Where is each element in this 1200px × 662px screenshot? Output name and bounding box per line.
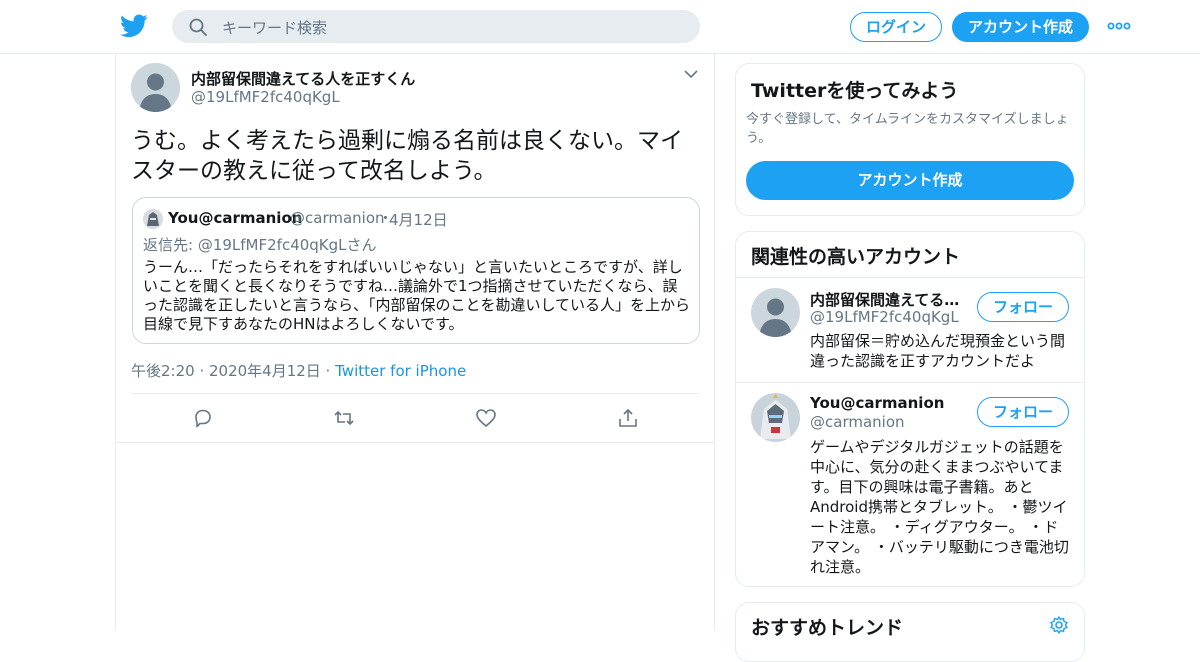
account-name[interactable]: 内部留保間違えてる… (810, 289, 970, 310)
quoted-date: 4月12日 (389, 211, 448, 229)
author-handle[interactable]: @19LfMF2fc40qKgL (191, 88, 340, 106)
robot-avatar-icon (143, 209, 163, 229)
related-accounts-card: 関連性の高いアカウント 内部留保間違えてる… @19LfMF2fc40qKgL … (735, 231, 1085, 587)
timestamp[interactable]: 午後2:20 · 2020年4月12日 · (131, 362, 330, 380)
quoted-text: うーん…「だったらそれをすればいいじゃない」と言いたいところですが、詳しいことを… (143, 258, 691, 333)
via-link[interactable]: Twitter for iPhone (335, 362, 466, 380)
top-bar: キーワード検索 ログイン アカウント作成 (0, 0, 1200, 54)
divider (131, 393, 699, 394)
main-column: 内部留保間違えてる人を正すくん @19LfMF2fc40qKgL うむ。よく考え… (115, 54, 715, 630)
card-subtitle: 今すぐ登録して、タイムラインをカスタマイズしましょう。 (746, 112, 1069, 146)
login-button[interactable]: ログイン (850, 12, 942, 42)
avatar[interactable] (751, 393, 800, 442)
twitter-logo-icon[interactable] (120, 13, 148, 39)
author-name[interactable]: 内部留保間違えてる人を正すくん (191, 68, 415, 89)
card-title: Twitterを使ってみよう (751, 80, 959, 102)
tweet: 内部留保間違えてる人を正すくん @19LfMF2fc40qKgL うむ。よく考え… (116, 54, 714, 443)
tweet-text: うむ。よく考えたら過剰に煽る名前は良くない。マイスターの教えに従って改名しよう。 (131, 128, 683, 184)
avatar[interactable] (751, 288, 800, 337)
like-icon[interactable] (475, 407, 497, 429)
account-name[interactable]: You@carmanion (810, 394, 970, 412)
reply-icon[interactable] (192, 407, 214, 429)
follow-button[interactable]: フォロー (977, 292, 1069, 322)
divider (736, 382, 1084, 383)
avatar (143, 209, 163, 229)
account-handle[interactable]: @19LfMF2fc40qKgL (810, 308, 959, 326)
account-bio: ゲームやデジタルガジェットの話題を中心に、気分の赴くままつぶやいてます。目下の興… (810, 438, 1069, 576)
divider (736, 277, 1084, 278)
create-account-button[interactable]: アカウント作成 (746, 161, 1074, 200)
account-handle[interactable]: @carmanion (810, 413, 905, 431)
quoted-author-handle: @carmanion (290, 209, 385, 227)
signup-button[interactable]: アカウント作成 (952, 12, 1089, 42)
trends-card: おすすめトレンド (735, 602, 1085, 662)
signup-card: Twitterを使ってみよう 今すぐ登録して、タイムラインをカスタマイズしましょ… (735, 63, 1085, 216)
default-avatar-icon (751, 288, 800, 337)
account-bio: 内部留保＝貯め込んだ現預金という間違った認識を正すアカウントだよ (810, 332, 1066, 370)
reply-to: 返信先: @19LfMF2fc40qKgLさん (143, 236, 377, 254)
search-input[interactable]: キーワード検索 (222, 17, 327, 38)
search-bar[interactable]: キーワード検索 (172, 10, 700, 43)
robot-avatar-icon (751, 393, 800, 442)
avatar[interactable] (131, 63, 180, 112)
retweet-icon[interactable] (333, 407, 355, 429)
more-options-icon[interactable] (1106, 19, 1132, 33)
follow-button[interactable]: フォロー (977, 397, 1069, 427)
card-title: おすすめトレンド (751, 617, 904, 639)
quoted-author-name: You@carmanion (168, 209, 303, 227)
default-avatar-icon (131, 63, 180, 112)
card-title: 関連性の高いアカウント (751, 246, 961, 268)
tweet-meta: 午後2:20 · 2020年4月12日 · Twitter for iPhone (131, 360, 466, 381)
quoted-tweet[interactable]: You@carmanion @carmanion ・ 4月12日 返信先: @1… (132, 197, 700, 344)
share-icon[interactable] (617, 407, 639, 429)
chevron-down-icon[interactable] (683, 68, 699, 80)
gear-icon[interactable] (1049, 615, 1069, 635)
search-icon (189, 18, 207, 36)
